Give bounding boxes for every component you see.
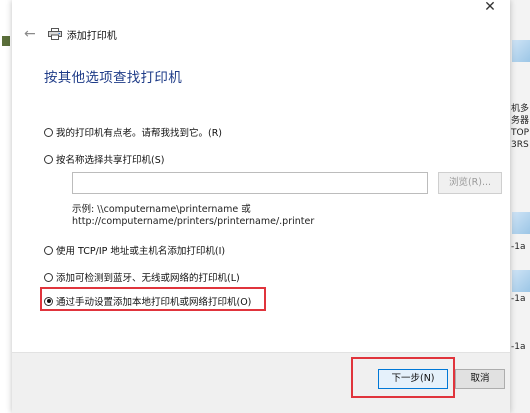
dialog-title: 添加打印机 [66,30,117,42]
option-label: 添加可检测到蓝牙、无线或网络的打印机(L) [56,273,240,284]
desktop-tile-fragment [512,212,530,234]
shared-printer-name-input[interactable] [72,172,428,194]
example-line-2: http://computername/printers/printername… [72,216,315,227]
desktop-tile-fragment [512,270,530,292]
back-arrow-icon[interactable]: ← [24,27,36,41]
radio-button[interactable] [44,127,53,137]
close-icon[interactable]: ✕ [480,0,500,16]
next-button[interactable]: 下一步(N) [378,369,448,389]
dialog-header: ← 添加打印机 [24,26,117,42]
add-printer-dialog: ✕ ← 添加打印机 按其他选项查找打印机 我的打印机有点老。请帮我找到它。(R)… [12,0,510,413]
background-text-7: -1a [511,342,526,352]
background-text-4: 3RS [511,140,529,150]
background-text-2: 务器 [511,116,530,126]
option-printer-is-old[interactable]: 我的打印机有点老。请帮我找到它。(R) [44,125,222,139]
desktop-tile-fragment [512,40,530,62]
radio-button[interactable] [44,154,53,164]
radio-button-selected[interactable] [44,296,53,306]
background-text-5: -1a [511,242,526,252]
cancel-button[interactable]: 取消 [455,369,505,389]
option-bluetooth-wireless-network[interactable]: 添加可检测到蓝牙、无线或网络的打印机(L) [44,270,240,284]
page-title: 按其他选项查找打印机 [44,70,182,86]
option-label: 通过手动设置添加本地打印机或网络打印机(O) [56,297,252,308]
background-text-1: 机多 [511,104,530,114]
desktop-icon-fragment [2,36,10,46]
option-select-shared-by-name[interactable]: 按名称选择共享打印机(S) [44,152,164,166]
printer-icon [47,28,62,40]
option-label: 使用 TCP/IP 地址或主机名添加打印机(I) [56,246,226,257]
browse-button[interactable]: 浏览(R)... [438,172,502,194]
example-text: 示例: \\computername\printername 或 http://… [72,204,314,228]
background-text-6: -1a [511,294,526,304]
option-label: 按名称选择共享打印机(S) [56,155,165,166]
background-text-3: TOP [511,128,530,138]
background-left-strip [0,0,12,413]
option-manual-local-or-network[interactable]: 通过手动设置添加本地打印机或网络打印机(O) [44,294,251,308]
background-right-strip: 机多 务器 TOP 3RS -1a -1a -1a [510,0,530,413]
option-tcpip-address[interactable]: 使用 TCP/IP 地址或主机名添加打印机(I) [44,243,225,257]
radio-button[interactable] [44,272,53,282]
radio-button[interactable] [44,245,53,255]
option-label: 我的打印机有点老。请帮我找到它。(R) [56,128,223,139]
example-line-1: 示例: \\computername\printername 或 [72,204,251,215]
